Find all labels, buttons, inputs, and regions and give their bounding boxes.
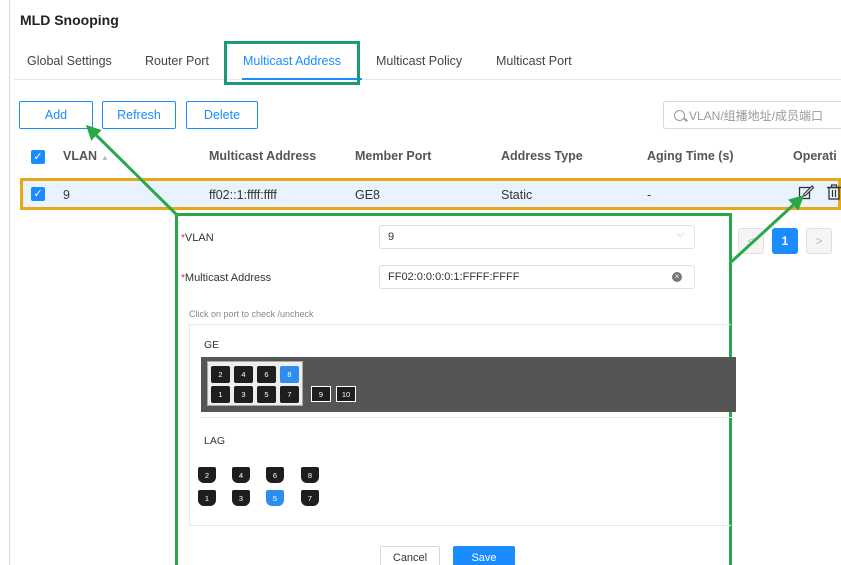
page-title: MLD Snooping	[20, 12, 119, 28]
chevron-down-icon: ⌵	[676, 229, 684, 240]
ge-port-5[interactable]: 5	[257, 386, 276, 403]
multicast-address-input[interactable]: FF02:0:0:0:0:1:FFFF:FFFF ×	[379, 265, 695, 289]
save-button[interactable]: Save	[453, 546, 515, 565]
pagination-next-button[interactable]: >	[806, 228, 832, 254]
ge-switch-panel: 2 4 6 8 1 3 5 7 9 10	[201, 357, 736, 412]
search-input[interactable]: VLAN/组播地址/成员端口	[663, 101, 841, 129]
search-placeholder: VLAN/组播地址/成员端口	[689, 108, 824, 123]
tab-bar: Global Settings Router Port Multicast Ad…	[14, 50, 841, 80]
column-vlan-label: VLAN	[63, 149, 98, 163]
edit-dialog-panel: *VLAN 9 ⌵ *Multicast Address FF02:0:0:0:…	[175, 213, 736, 565]
ge-port-4[interactable]: 4	[234, 366, 253, 383]
delete-icon[interactable]	[826, 184, 841, 200]
multicast-address-label: *Multicast Address	[181, 272, 271, 284]
lag-port-4[interactable]: 4	[232, 467, 250, 483]
ge-port-8[interactable]: 8	[280, 366, 299, 383]
table-header: ✓ VLAN ▲ Multicast Address Member Port Ad…	[20, 143, 841, 171]
search-icon	[674, 109, 685, 121]
ge-port-3[interactable]: 3	[234, 386, 253, 403]
page-left-border	[9, 0, 10, 565]
ge-port-1[interactable]: 1	[211, 386, 230, 403]
ge-port-7[interactable]: 7	[280, 386, 299, 403]
column-vlan[interactable]: VLAN ▲	[63, 149, 109, 163]
column-aging-time: Aging Time (s)	[647, 149, 734, 163]
cell-member-port: GE8	[355, 188, 381, 202]
tab-annotation-highlight	[224, 41, 360, 85]
cell-vlan: 9	[63, 188, 70, 202]
multicast-address-label-text: Multicast Address	[184, 272, 272, 284]
row-checkbox[interactable]: ✓	[31, 187, 45, 201]
lag-port-5[interactable]: 5	[266, 490, 284, 506]
ge-port-2[interactable]: 2	[211, 366, 230, 383]
ge-port-block: 2 4 6 8 1 3 5 7	[207, 361, 303, 406]
vlan-label: *VLAN	[181, 232, 214, 244]
pagination-page-1[interactable]: 1	[772, 228, 798, 254]
multicast-address-value: FF02:0:0:0:0:1:FFFF:FFFF	[388, 271, 520, 283]
vlan-select-value: 9	[388, 231, 395, 243]
sort-icon[interactable]: ▲	[101, 153, 109, 162]
lag-port-8[interactable]: 8	[301, 467, 319, 483]
tab-router-port[interactable]: Router Port	[145, 54, 209, 68]
lag-port-6[interactable]: 6	[266, 467, 284, 483]
delete-button[interactable]: Delete	[186, 101, 258, 129]
column-address-type: Address Type	[501, 149, 583, 163]
cell-address-type: Static	[501, 188, 533, 202]
table-row[interactable]: ✓ 9 ff02::1:ffff:ffff GE8 Static -	[20, 178, 841, 210]
lag-port-3[interactable]: 3	[232, 490, 250, 506]
tab-multicast-policy[interactable]: Multicast Policy	[376, 54, 462, 68]
edit-icon[interactable]	[798, 184, 815, 200]
cell-aging-time: -	[647, 188, 652, 202]
group-divider	[201, 417, 732, 418]
column-operation: Operati	[793, 149, 837, 163]
column-multicast-address: Multicast Address	[209, 149, 317, 163]
ge-group-label: GE	[204, 339, 220, 351]
tab-global-settings[interactable]: Global Settings	[27, 54, 112, 68]
tab-multicast-port[interactable]: Multicast Port	[496, 54, 572, 68]
vlan-select[interactable]: 9 ⌵	[379, 225, 695, 249]
lag-group-label: LAG	[204, 435, 226, 447]
refresh-button[interactable]: Refresh	[102, 101, 176, 129]
lag-port-2[interactable]: 2	[198, 467, 216, 483]
port-hint: Click on port to check /uncheck	[189, 309, 314, 319]
lag-port-7[interactable]: 7	[301, 490, 319, 506]
ge-port-10[interactable]: 10	[336, 386, 356, 402]
select-all-checkbox[interactable]: ✓	[31, 150, 45, 164]
clear-icon[interactable]: ×	[672, 272, 682, 282]
column-member-port: Member Port	[355, 149, 432, 163]
vlan-label-text: VLAN	[184, 232, 214, 244]
port-selector: GE 2 4 6 8 1 3 5 7 9 10 LAG 2 4 6 8 1 3 …	[189, 324, 736, 526]
cell-multicast-address: ff02::1:ffff:ffff	[209, 188, 277, 202]
pagination-prev-button[interactable]: <	[738, 228, 764, 254]
cancel-button[interactable]: Cancel	[380, 546, 440, 565]
ge-port-6[interactable]: 6	[257, 366, 276, 383]
lag-port-1[interactable]: 1	[198, 490, 216, 506]
ge-port-9[interactable]: 9	[311, 386, 331, 402]
add-button[interactable]: Add	[19, 101, 93, 129]
